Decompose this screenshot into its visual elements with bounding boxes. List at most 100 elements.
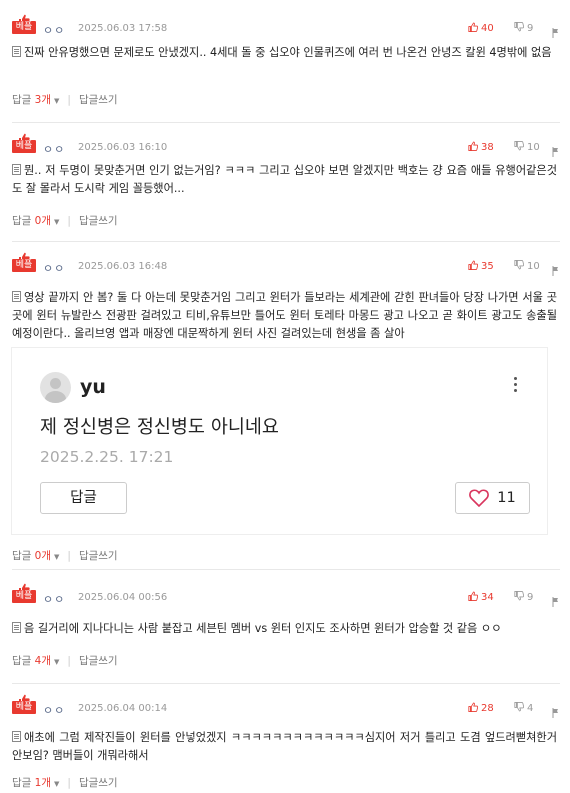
chevron-down-icon: ▼	[54, 553, 60, 561]
replies-toggle[interactable]: 답글 4개 ▼	[12, 653, 59, 668]
best-badge: 베플	[12, 701, 36, 714]
comment-date: 2025.06.04 00:14	[78, 703, 168, 714]
document-icon	[12, 622, 21, 633]
more-vertical-icon	[514, 377, 518, 395]
write-reply-link[interactable]: 답글쓰기	[79, 775, 118, 790]
embed-author-name: yu	[80, 376, 106, 398]
thumbs-down-icon	[514, 702, 525, 715]
author-nickname[interactable]: ㅇㅇ	[43, 22, 65, 38]
thumbs-up-icon	[468, 141, 479, 154]
comment-body: 음 길거리에 지나다니는 사람 붙잡고 세븐틴 멤버 vs 윈터 인지도 조사하…	[12, 620, 557, 638]
document-icon	[12, 731, 21, 742]
heart-icon	[469, 489, 490, 507]
author-nickname[interactable]: ㅇㅇ	[43, 141, 65, 157]
embedded-image[interactable]: yu 제 정신병은 정신병도 아니네요 2025.2.25. 17:21 답글 11	[12, 348, 547, 534]
thumbs-up-icon	[468, 260, 479, 273]
best-badge: 베플	[12, 590, 36, 603]
replies-count: 1개	[34, 777, 52, 789]
document-icon	[12, 164, 21, 175]
embed-like-count: 11	[497, 490, 516, 506]
replies-label: 답글	[12, 94, 32, 106]
downvote-button[interactable]: 10	[514, 260, 540, 273]
divider: |	[67, 214, 71, 227]
write-reply-link[interactable]: 답글쓰기	[79, 653, 118, 668]
reply-bar: 답글 0개 ▼ | 답글쓰기	[12, 548, 118, 563]
replies-label: 답글	[12, 550, 32, 562]
report-icon[interactable]	[552, 592, 559, 607]
report-icon[interactable]	[552, 703, 559, 718]
downvote-button[interactable]: 9	[514, 591, 533, 604]
document-icon	[12, 291, 21, 302]
downvote-count: 9	[527, 592, 534, 603]
best-badge: 베플	[12, 21, 36, 34]
replies-count: 0개	[34, 215, 52, 227]
downvote-button[interactable]: 10	[514, 141, 540, 154]
write-reply-link[interactable]: 답글쓰기	[79, 213, 118, 228]
replies-count: 4개	[34, 655, 52, 667]
downvote-count: 10	[527, 261, 540, 272]
comment-text: 뭔.. 저 두명이 못맞춘거면 인기 없는거임? ㅋㅋㅋ 그리고 십오야 보면 …	[12, 164, 557, 195]
embed-like-button: 11	[455, 482, 530, 514]
upvote-button[interactable]: 40	[468, 22, 494, 35]
reply-bar: 답글 1개 ▼ | 답글쓰기	[12, 775, 118, 790]
chevron-down-icon: ▼	[54, 97, 60, 105]
replies-toggle[interactable]: 답글 0개 ▼	[12, 548, 59, 563]
write-reply-link[interactable]: 답글쓰기	[79, 92, 118, 107]
report-icon[interactable]	[552, 23, 559, 38]
replies-label: 답글	[12, 777, 32, 789]
chevron-down-icon: ▼	[54, 218, 60, 226]
author-nickname[interactable]: ㅇㅇ	[43, 260, 65, 276]
comment-text: 영상 끝까지 안 봄? 둘 다 아는데 못맞춘거임 그리고 윈터가 들보라는 세…	[12, 291, 557, 340]
document-icon	[12, 46, 21, 57]
replies-toggle[interactable]: 답글 1개 ▼	[12, 775, 59, 790]
replies-count: 0개	[34, 550, 52, 562]
downvote-count: 4	[527, 703, 534, 714]
upvote-count: 38	[481, 142, 494, 153]
downvote-button[interactable]: 9	[514, 22, 533, 35]
report-icon[interactable]	[552, 261, 559, 276]
upvote-button[interactable]: 34	[468, 591, 494, 604]
upvote-count: 34	[481, 592, 494, 603]
embed-reply-button: 답글	[40, 482, 127, 514]
upvote-count: 28	[481, 703, 494, 714]
divider: |	[67, 549, 71, 562]
avatar	[40, 372, 71, 403]
best-badge: 베플	[12, 259, 36, 272]
thumbs-up-icon	[468, 591, 479, 604]
upvote-count: 40	[481, 23, 494, 34]
upvote-button[interactable]: 28	[468, 702, 494, 715]
reply-bar: 답글 4개 ▼ | 답글쓰기	[12, 653, 118, 668]
comment-date: 2025.06.03 17:58	[78, 23, 168, 34]
comment-body: 영상 끝까지 안 봄? 둘 다 아는데 못맞춘거임 그리고 윈터가 들보라는 세…	[12, 289, 557, 343]
thumbs-down-icon	[514, 22, 525, 35]
divider: |	[67, 93, 71, 106]
comment-separator	[12, 241, 560, 242]
comment-separator	[12, 122, 560, 123]
write-reply-link[interactable]: 답글쓰기	[79, 548, 118, 563]
upvote-button[interactable]: 35	[468, 260, 494, 273]
thumbs-up-icon	[468, 702, 479, 715]
replies-label: 답글	[12, 215, 32, 227]
comment-date: 2025.06.03 16:10	[78, 142, 168, 153]
comment-text: 애초에 그럼 제작진들이 윈터를 안넣었겠지 ㅋㅋㅋㅋㅋㅋㅋㅋㅋㅋㅋㅋㅋ심지어 …	[12, 731, 557, 762]
embed-date: 2025.2.25. 17:21	[40, 448, 174, 466]
divider: |	[67, 776, 71, 789]
thumbs-down-icon	[514, 591, 525, 604]
comment-text: 음 길거리에 지나다니는 사람 붙잡고 세븐틴 멤버 vs 윈터 인지도 조사하…	[24, 622, 502, 635]
upvote-button[interactable]: 38	[468, 141, 494, 154]
replies-label: 답글	[12, 655, 32, 667]
thumbs-down-icon	[514, 260, 525, 273]
embed-text: 제 정신병은 정신병도 아니네요	[40, 417, 279, 438]
replies-toggle[interactable]: 답글 3개 ▼	[12, 92, 59, 107]
best-badge: 베플	[12, 140, 36, 153]
author-nickname[interactable]: ㅇㅇ	[43, 591, 65, 607]
downvote-count: 9	[527, 23, 534, 34]
replies-count: 3개	[34, 94, 52, 106]
comment-date: 2025.06.04 00:56	[78, 592, 168, 603]
replies-toggle[interactable]: 답글 0개 ▼	[12, 213, 59, 228]
report-icon[interactable]	[552, 142, 559, 157]
thumbs-down-icon	[514, 141, 525, 154]
comment-body: 애초에 그럼 제작진들이 윈터를 안넣었겠지 ㅋㅋㅋㅋㅋㅋㅋㅋㅋㅋㅋㅋㅋ심지어 …	[12, 729, 557, 765]
downvote-button[interactable]: 4	[514, 702, 533, 715]
author-nickname[interactable]: ㅇㅇ	[43, 702, 65, 718]
